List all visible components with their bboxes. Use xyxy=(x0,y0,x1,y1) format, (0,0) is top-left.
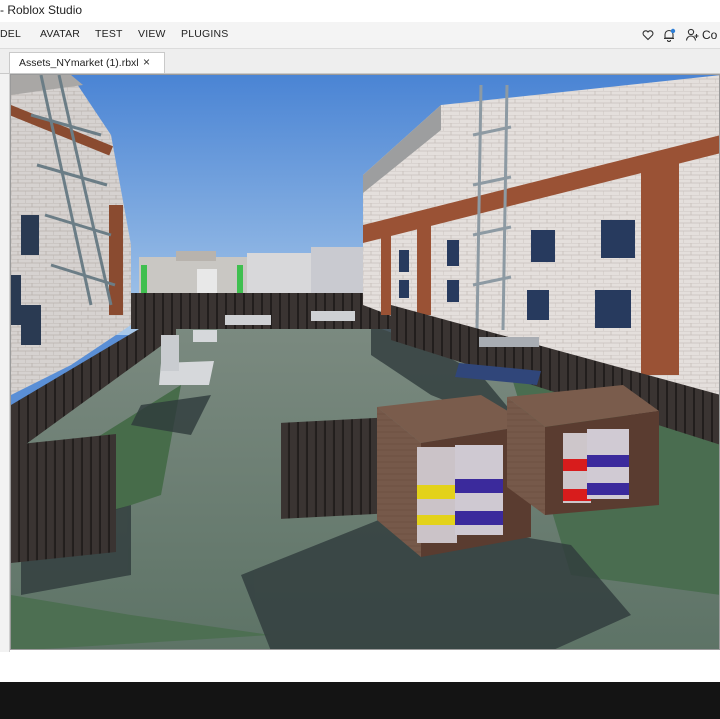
tab-assets-nymarket[interactable]: Assets_NYmarket (1).rbxl × xyxy=(9,52,165,73)
front-fence-left xyxy=(11,433,116,563)
collaborate-label: Co xyxy=(702,28,718,42)
menu-item-model[interactable]: DEL xyxy=(0,28,21,40)
menu-item-plugins[interactable]: PLUGINS xyxy=(181,28,229,40)
3d-viewport[interactable] xyxy=(10,74,720,650)
heart-icon[interactable] xyxy=(642,25,654,45)
viewport-scene xyxy=(11,75,719,649)
menu-bar: DEL AVATAR TEST VIEW PLUGINS Co xyxy=(0,22,720,49)
tab-strip: Assets_NYmarket (1).rbxl × xyxy=(0,49,720,74)
menu-item-view[interactable]: VIEW xyxy=(138,28,166,40)
close-icon[interactable]: × xyxy=(143,55,150,69)
front-fence-center xyxy=(281,417,377,519)
menu-item-avatar[interactable]: AVATAR xyxy=(40,28,80,40)
collaborate-button[interactable]: Co xyxy=(685,25,717,45)
bell-icon[interactable] xyxy=(662,25,676,45)
add-user-icon xyxy=(685,28,699,41)
menu-item-test[interactable]: TEST xyxy=(95,28,123,40)
left-panel-edge xyxy=(0,74,10,652)
tab-label: Assets_NYmarket (1).rbxl xyxy=(19,57,139,69)
market-stall-right xyxy=(507,385,659,515)
taskbar xyxy=(0,682,720,719)
title-bar: - Roblox Studio xyxy=(0,0,720,22)
window-title: - Roblox Studio xyxy=(0,3,83,17)
